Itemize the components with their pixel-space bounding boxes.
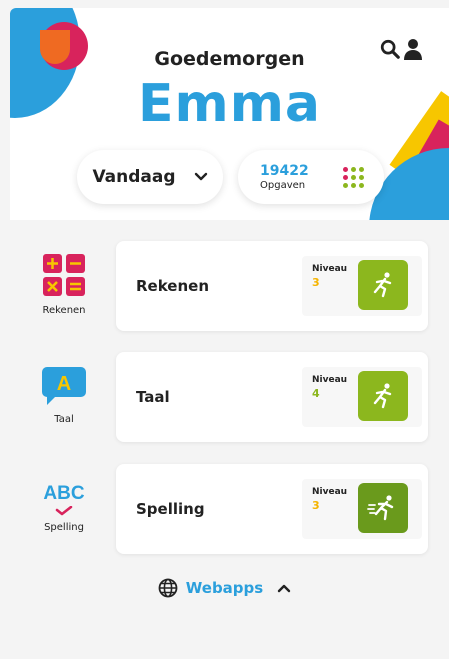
start-button[interactable] — [358, 483, 408, 533]
calculator-icon — [43, 254, 85, 296]
chevron-up-icon — [278, 584, 291, 593]
running-person-icon — [373, 272, 392, 298]
level-value: 3 — [312, 499, 320, 512]
period-dropdown[interactable]: Vandaag — [77, 150, 223, 204]
subject-caption: Rekenen — [42, 305, 86, 316]
running-person-icon — [373, 383, 392, 409]
subject-caption: Taal — [54, 414, 74, 425]
subject-icon-rekenen[interactable]: Rekenen — [14, 253, 114, 316]
webapps-label: Webapps — [185, 579, 264, 597]
level-box: Niveau 3 — [302, 256, 422, 316]
webapps-toggle[interactable]: Webapps — [0, 578, 449, 598]
abc-check-icon: ABC — [14, 484, 114, 518]
subject-card-spelling[interactable]: Spelling Niveau 3 — [116, 464, 428, 554]
globe-icon — [158, 578, 178, 598]
subject-card-taal[interactable]: Taal Niveau 4 — [116, 352, 428, 442]
level-label: Niveau — [312, 264, 348, 274]
start-button[interactable] — [358, 260, 408, 310]
period-label: Vandaag — [92, 167, 176, 187]
subject-icon-taal[interactable]: A Taal — [14, 366, 114, 425]
speech-bubble-a-icon: A — [42, 367, 86, 405]
level-label: Niveau — [312, 487, 348, 497]
subject-caption: Spelling — [44, 522, 84, 533]
subject-title: Rekenen — [136, 277, 210, 295]
subject-title: Spelling — [136, 500, 205, 518]
subject-card-rekenen[interactable]: Rekenen Niveau 3 — [116, 241, 428, 331]
subject-row-spelling: ABC Spelling Spelling Niveau 3 — [0, 464, 449, 556]
header: Goedemorgen Emma Vandaag 19422 Opgaven — [10, 8, 449, 220]
subject-icon-spelling[interactable]: ABC Spelling — [14, 484, 114, 534]
subject-row-rekenen: Rekenen Rekenen Niveau 3 — [0, 241, 449, 333]
level-label: Niveau — [312, 375, 348, 385]
task-count: 19422 — [260, 162, 309, 179]
task-label: Opgaven — [260, 179, 306, 191]
greeting-text: Goedemorgen — [154, 48, 305, 70]
level-value: 4 — [312, 387, 320, 400]
user-name: Emma — [138, 74, 321, 134]
level-value: 3 — [312, 276, 320, 289]
subject-title: Taal — [136, 388, 170, 406]
chevron-down-icon — [194, 172, 207, 181]
dots-grid-icon — [343, 167, 364, 188]
task-counter[interactable]: 19422 Opgaven — [238, 150, 384, 204]
level-box: Niveau 4 — [302, 367, 422, 427]
level-box: Niveau 3 — [302, 479, 422, 539]
subject-row-taal: A Taal Taal Niveau 4 — [0, 352, 449, 444]
start-button[interactable] — [358, 371, 408, 421]
sprinting-person-icon — [367, 495, 394, 521]
svg-text:A: A — [57, 373, 71, 395]
